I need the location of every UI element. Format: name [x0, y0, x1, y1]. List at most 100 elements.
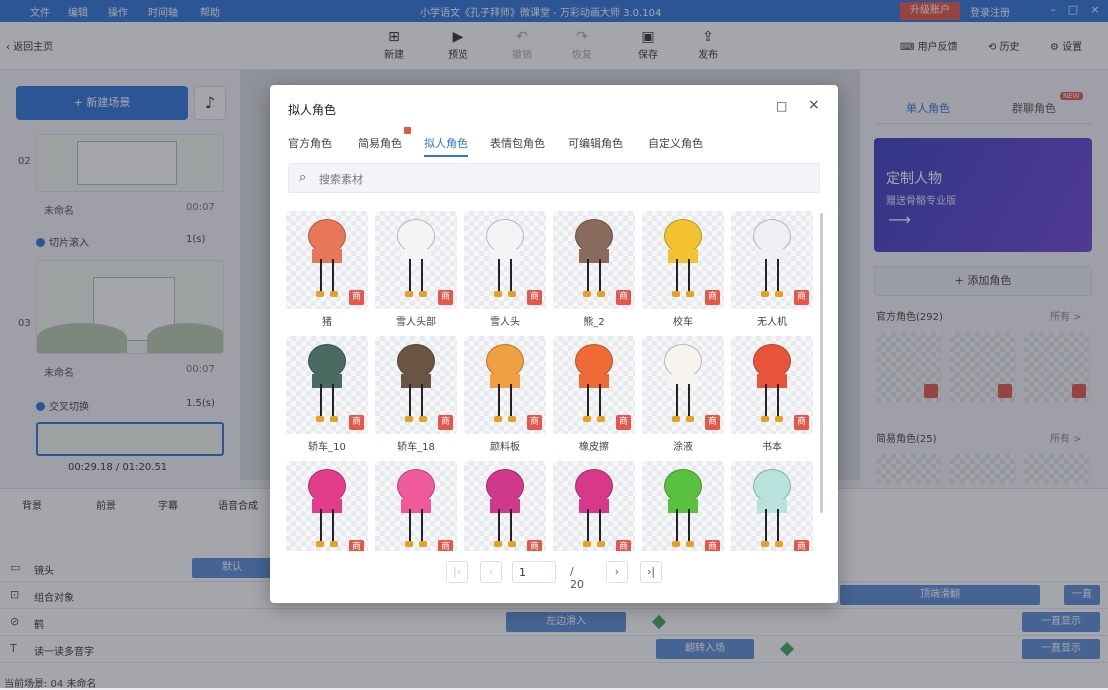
character-card[interactable]: 商 — [375, 336, 457, 434]
first-page-button[interactable]: |‹ — [446, 561, 468, 583]
character-foot — [775, 291, 783, 297]
character-leg — [421, 384, 423, 418]
premium-badge-icon: 商 — [527, 540, 542, 551]
character-card[interactable]: 商 — [642, 336, 724, 434]
character-head — [575, 219, 613, 253]
character-leg — [421, 509, 423, 543]
character-foot — [316, 416, 324, 422]
tab-emoji-roles[interactable]: 表情包角色 — [490, 135, 545, 151]
character-name: 颜料板 — [490, 442, 520, 453]
character-foot — [686, 291, 694, 297]
next-page-button[interactable]: › — [606, 561, 628, 583]
character-head — [753, 469, 791, 503]
character-foot — [583, 291, 591, 297]
tab-custom-roles[interactable]: 自定义角色 — [648, 135, 703, 151]
character-foot — [761, 291, 769, 297]
premium-badge-icon: 商 — [438, 415, 453, 430]
character-leg — [498, 384, 500, 418]
character-foot — [686, 416, 694, 422]
character-head — [486, 344, 524, 378]
premium-badge-icon: 商 — [349, 415, 364, 430]
close-icon[interactable]: × — [808, 97, 820, 113]
last-page-button[interactable]: ›| — [640, 561, 662, 583]
character-foot — [419, 291, 427, 297]
character-body — [668, 499, 698, 513]
character-head — [486, 469, 524, 503]
character-leg — [332, 384, 334, 418]
premium-badge-icon: 商 — [527, 290, 542, 305]
tab-editable-roles[interactable]: 可编辑角色 — [568, 135, 623, 151]
character-card[interactable]: 商 — [642, 211, 724, 309]
character-leg — [498, 509, 500, 543]
character-body — [490, 374, 520, 388]
character-card[interactable]: 商 — [731, 461, 813, 551]
tab-official-roles[interactable]: 官方角色 — [288, 135, 332, 151]
premium-badge-icon: 商 — [349, 290, 364, 305]
character-foot — [494, 416, 502, 422]
premium-badge-icon: 商 — [616, 290, 631, 305]
character-card[interactable]: 商 — [464, 461, 546, 551]
page-input[interactable] — [512, 561, 556, 583]
character-card[interactable]: 商 — [375, 211, 457, 309]
character-foot — [508, 291, 516, 297]
character-foot — [597, 541, 605, 547]
character-body — [757, 249, 787, 263]
character-foot — [775, 541, 783, 547]
character-card[interactable]: 商 — [642, 461, 724, 551]
character-head — [308, 469, 346, 503]
premium-badge-icon: 商 — [527, 415, 542, 430]
character-foot — [316, 541, 324, 547]
character-leg — [765, 509, 767, 543]
character-name: 猪 — [322, 317, 332, 328]
character-card[interactable]: 商 — [286, 336, 368, 434]
character-leg — [409, 259, 411, 293]
character-leg — [599, 259, 601, 293]
character-card[interactable]: 商 — [731, 336, 813, 434]
character-foot — [597, 291, 605, 297]
character-leg — [332, 259, 334, 293]
character-leg — [587, 259, 589, 293]
premium-badge-icon: 商 — [349, 540, 364, 551]
premium-badge-icon: 商 — [438, 540, 453, 551]
character-foot — [494, 541, 502, 547]
character-card[interactable]: 商 — [553, 336, 635, 434]
character-card[interactable]: 商 — [286, 211, 368, 309]
character-head — [308, 344, 346, 378]
character-card[interactable]: 商 — [464, 336, 546, 434]
character-foot — [761, 416, 769, 422]
character-foot — [405, 541, 413, 547]
character-leg — [409, 384, 411, 418]
character-head — [753, 219, 791, 253]
character-leg — [777, 509, 779, 543]
character-foot — [494, 291, 502, 297]
character-head — [397, 344, 435, 378]
character-foot — [330, 416, 338, 422]
character-card[interactable]: 商 — [375, 461, 457, 551]
character-name: 校车 — [673, 317, 693, 328]
character-body — [401, 499, 431, 513]
character-foot — [330, 541, 338, 547]
character-head — [397, 469, 435, 503]
dialog-title: 拟人角色 — [288, 103, 337, 117]
character-foot — [686, 541, 694, 547]
character-head — [664, 344, 702, 378]
scrollbar[interactable] — [820, 213, 823, 513]
character-foot — [508, 541, 516, 547]
character-body — [312, 499, 342, 513]
prev-page-button[interactable]: ‹ — [480, 561, 502, 583]
tab-anthropomorphic-roles[interactable]: 拟人角色 — [424, 135, 468, 157]
character-card[interactable]: 商 — [553, 211, 635, 309]
character-card[interactable]: 商 — [731, 211, 813, 309]
search-input[interactable] — [319, 170, 799, 188]
character-name: 橡皮擦 — [579, 442, 609, 453]
character-card[interactable]: 商 — [286, 461, 368, 551]
character-leg — [599, 384, 601, 418]
character-card[interactable]: 商 — [553, 461, 635, 551]
maximize-icon[interactable]: □ — [776, 99, 787, 113]
tab-simple-roles[interactable]: 简易角色 — [358, 135, 402, 151]
character-leg — [765, 384, 767, 418]
character-foot — [775, 416, 783, 422]
character-foot — [672, 291, 680, 297]
premium-badge-icon: 商 — [794, 290, 809, 305]
character-card[interactable]: 商 — [464, 211, 546, 309]
